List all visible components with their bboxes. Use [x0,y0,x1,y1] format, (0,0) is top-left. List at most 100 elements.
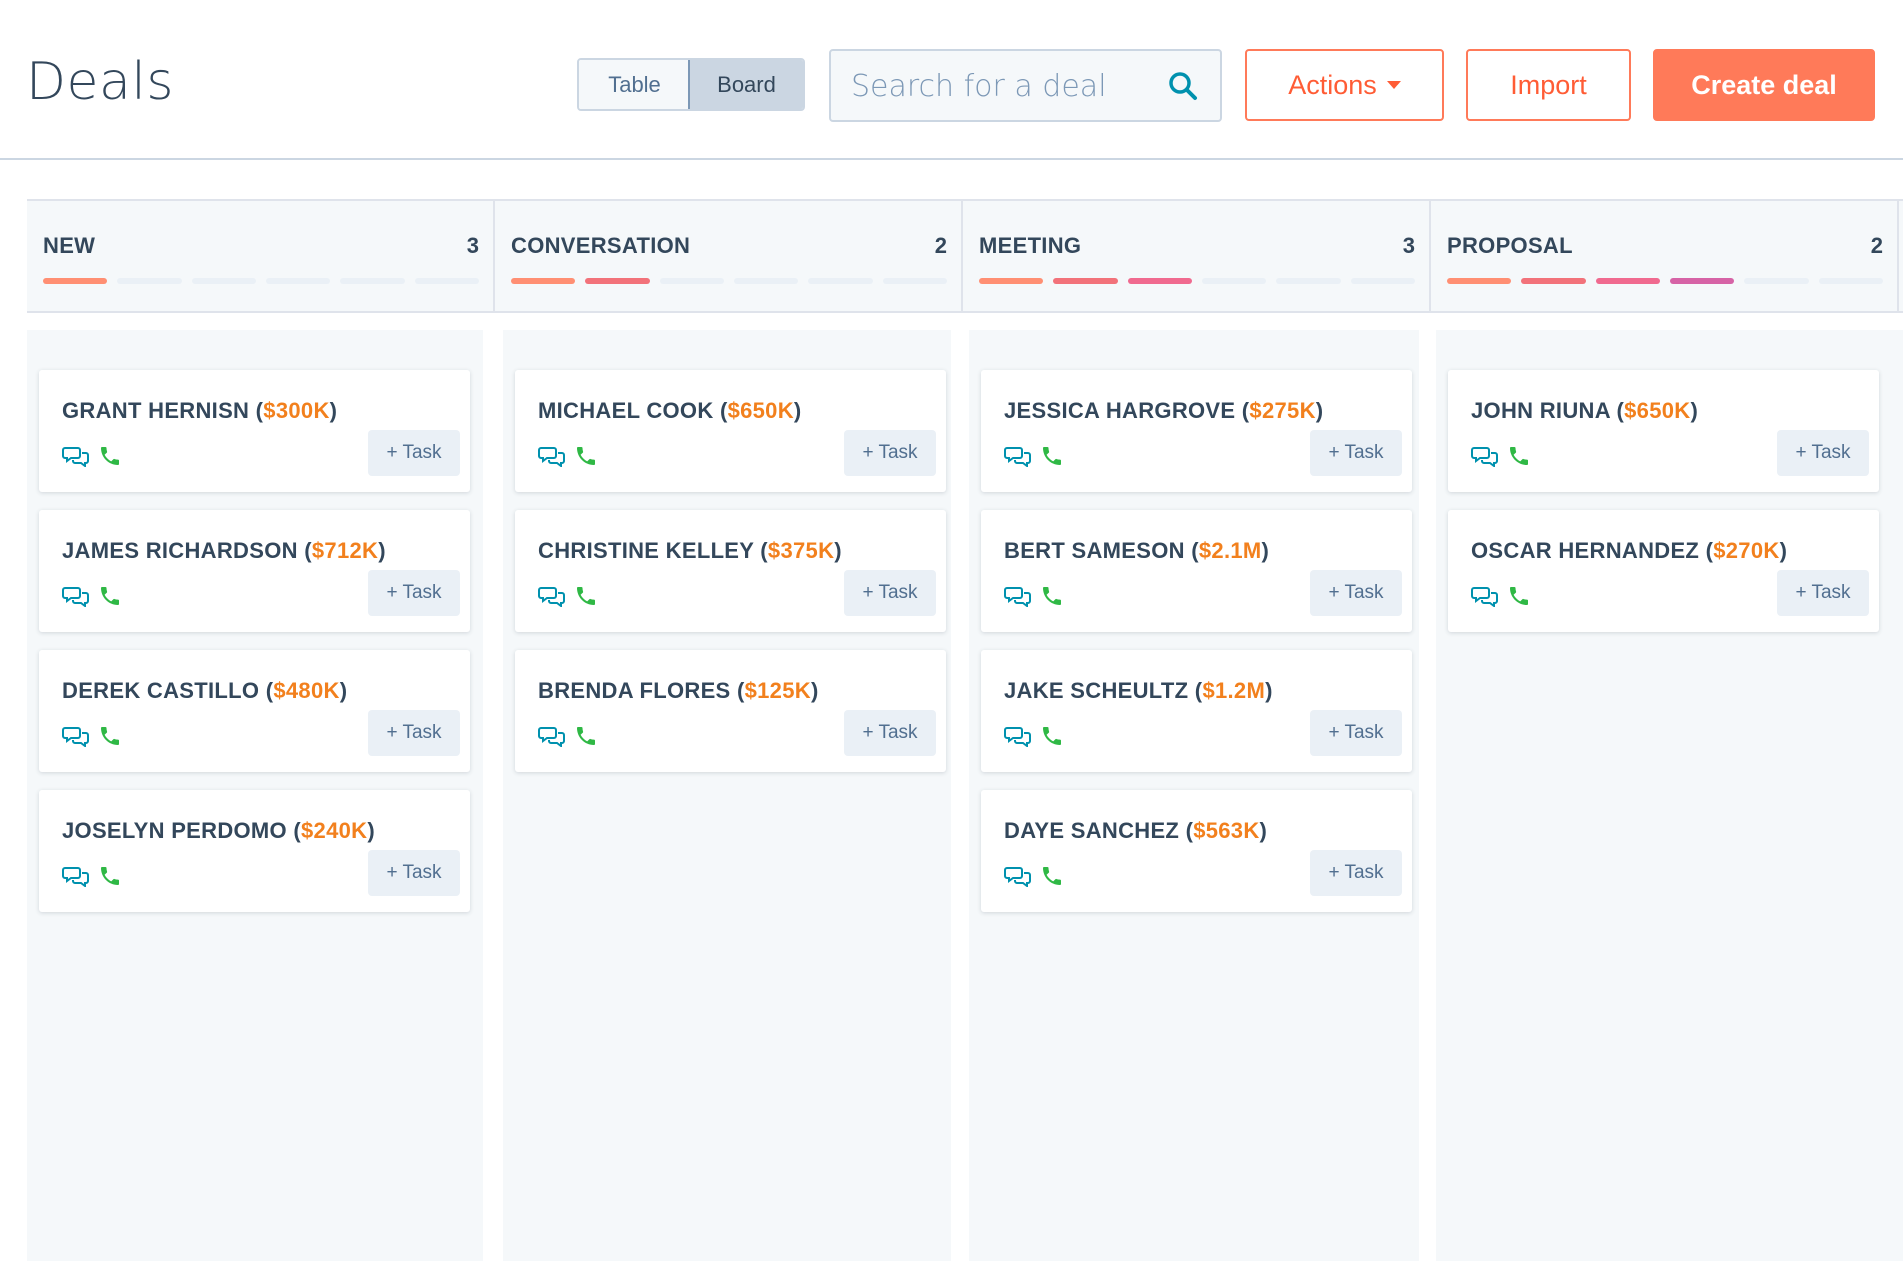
deal-card[interactable]: DEREK CASTILLO ($480K) + Task [39,650,470,772]
add-task-button[interactable]: + Task [1310,710,1402,756]
phone-icon[interactable] [98,584,122,608]
phone-icon[interactable] [1507,444,1531,468]
add-task-button[interactable]: + Task [368,570,460,616]
add-task-button[interactable]: + Task [844,430,936,476]
phone-icon[interactable] [574,724,598,748]
deal-name[interactable]: DEREK CASTILLO ($480K) [62,678,347,704]
chat-bubbles-icon[interactable] [62,725,90,747]
deal-amount: $650K [727,398,794,423]
paren-close: ) [834,538,842,563]
deal-card[interactable]: GRANT HERNISN ($300K) + Task [39,370,470,492]
search-input[interactable] [849,51,1153,122]
deal-name-text: BRENDA FLORES [538,678,731,703]
paren-close: ) [1690,398,1699,423]
add-task-button[interactable]: + Task [1310,430,1402,476]
deal-name[interactable]: GRANT HERNISN ($300K) [62,398,337,424]
progress-segment [1595,278,1660,284]
chat-bubbles-icon[interactable] [62,585,90,607]
deal-name-text: JAKE SCHEULTZ [1004,678,1189,703]
chat-bubbles-icon[interactable] [538,585,566,607]
add-task-button[interactable]: + Task [368,710,460,756]
chat-bubbles-icon[interactable] [62,865,90,887]
paren-open: ( [1610,398,1625,423]
stage-name: MEETING [979,233,1082,258]
deal-amount: $300K [263,398,330,423]
stage-column: JESSICA HARGROVE ($275K) + Task BERT SAMES… [969,330,1419,1261]
add-task-button[interactable]: + Task [844,710,936,756]
deal-name[interactable]: JOSELYN PERDOMO ($240K) [62,818,375,844]
phone-icon[interactable] [1040,864,1064,888]
deal-card[interactable]: DAYE SANCHEZ ($563K) + Task [981,790,1412,912]
phone-icon[interactable] [574,584,598,608]
import-button[interactable]: Import [1466,49,1631,121]
card-icons [62,584,122,608]
deal-name[interactable]: JESSICA HARGROVE ($275K) [1004,398,1323,424]
deal-card[interactable]: OSCAR HERNANDEZ ($270K) + Task [1448,510,1879,632]
add-task-button[interactable]: + Task [1777,430,1869,476]
stage-count: 2 [934,233,947,258]
deal-card[interactable]: JESSICA HARGROVE ($275K) + Task [981,370,1412,492]
stage-progress [979,278,1415,284]
paren-open: ( [753,538,768,563]
progress-segment [43,278,108,284]
search-icon[interactable] [1168,71,1198,101]
deal-card[interactable]: JOHN RIUNA ($650K) + Task [1448,370,1879,492]
deal-amount: $240K [301,818,368,843]
stage-column: JOHN RIUNA ($650K) + Task OSCAR HERNANDEZ … [1436,330,1903,1261]
deal-name[interactable]: BERT SAMESON ($2.1M) [1004,538,1269,564]
deal-name[interactable]: JOHN RIUNA ($650K) [1471,398,1698,424]
phone-icon[interactable] [1507,584,1531,608]
deal-card[interactable]: JAMES RICHARDSON ($712K) + Task [39,510,470,632]
card-icons [538,724,598,748]
chat-bubbles-icon[interactable] [538,725,566,747]
stage-header: NEW 3 [27,201,495,311]
chat-bubbles-icon[interactable] [1471,585,1499,607]
deal-name[interactable]: CHRISTINE KELLEY ($375K) [538,538,842,564]
deal-amount: $480K [273,678,340,703]
deal-name[interactable]: DAYE SANCHEZ ($563K) [1004,818,1267,844]
deal-board: GRANT HERNISN ($300K) + Task JAMES RICHARD… [27,313,1903,1261]
add-task-button[interactable]: + Task [1310,570,1402,616]
progress-segment [1276,278,1341,284]
phone-icon[interactable] [574,444,598,468]
paren-open: ( [249,398,264,423]
deal-name[interactable]: BRENDA FLORES ($125K) [538,678,819,704]
chat-bubbles-icon[interactable] [538,445,566,467]
create-deal-button[interactable]: Create deal [1653,49,1875,121]
phone-icon[interactable] [98,444,122,468]
phone-icon[interactable] [98,724,122,748]
stage-column: MICHAEL COOK ($650K) + Task CHRISTINE KELL… [503,330,951,1261]
deal-card[interactable]: BERT SAMESON ($2.1M) + Task [981,510,1412,632]
chat-bubbles-icon[interactable] [62,445,90,467]
add-task-button[interactable]: + Task [1310,850,1402,896]
chat-bubbles-icon[interactable] [1004,725,1032,747]
add-task-button[interactable]: + Task [368,430,460,476]
chat-bubbles-icon[interactable] [1004,585,1032,607]
add-task-button[interactable]: + Task [1777,570,1869,616]
phone-icon[interactable] [1040,444,1064,468]
deal-card[interactable]: JOSELYN PERDOMO ($240K) + Task [39,790,470,912]
progress-segment [1127,278,1192,284]
board-view-button[interactable]: Board [688,60,803,109]
phone-icon[interactable] [1040,724,1064,748]
deal-card[interactable]: CHRISTINE KELLEY ($375K) + Task [515,510,946,632]
actions-button[interactable]: Actions [1245,49,1444,121]
phone-icon[interactable] [1040,584,1064,608]
add-task-button[interactable]: + Task [368,850,460,896]
chat-bubbles-icon[interactable] [1004,865,1032,887]
add-task-button[interactable]: + Task [844,570,936,616]
deal-card[interactable]: MICHAEL COOK ($650K) + Task [515,370,946,492]
deal-name[interactable]: JAMES RICHARDSON ($712K) [62,538,386,564]
chat-bubbles-icon[interactable] [1471,445,1499,467]
deal-name[interactable]: MICHAEL COOK ($650K) [538,398,802,424]
table-view-button[interactable]: Table [579,60,690,109]
deal-name[interactable]: OSCAR HERNANDEZ ($270K) [1471,538,1787,564]
view-toggle: Table Board [577,58,805,111]
chat-bubbles-icon[interactable] [1004,445,1032,467]
deal-card[interactable]: BRENDA FLORES ($125K) + Task [515,650,946,772]
deal-card[interactable]: JAKE SCHEULTZ ($1.2M) + Task [981,650,1412,772]
paren-open: ( [1235,398,1250,423]
card-icons [538,444,598,468]
phone-icon[interactable] [98,864,122,888]
deal-name[interactable]: JAKE SCHEULTZ ($1.2M) [1004,678,1273,704]
